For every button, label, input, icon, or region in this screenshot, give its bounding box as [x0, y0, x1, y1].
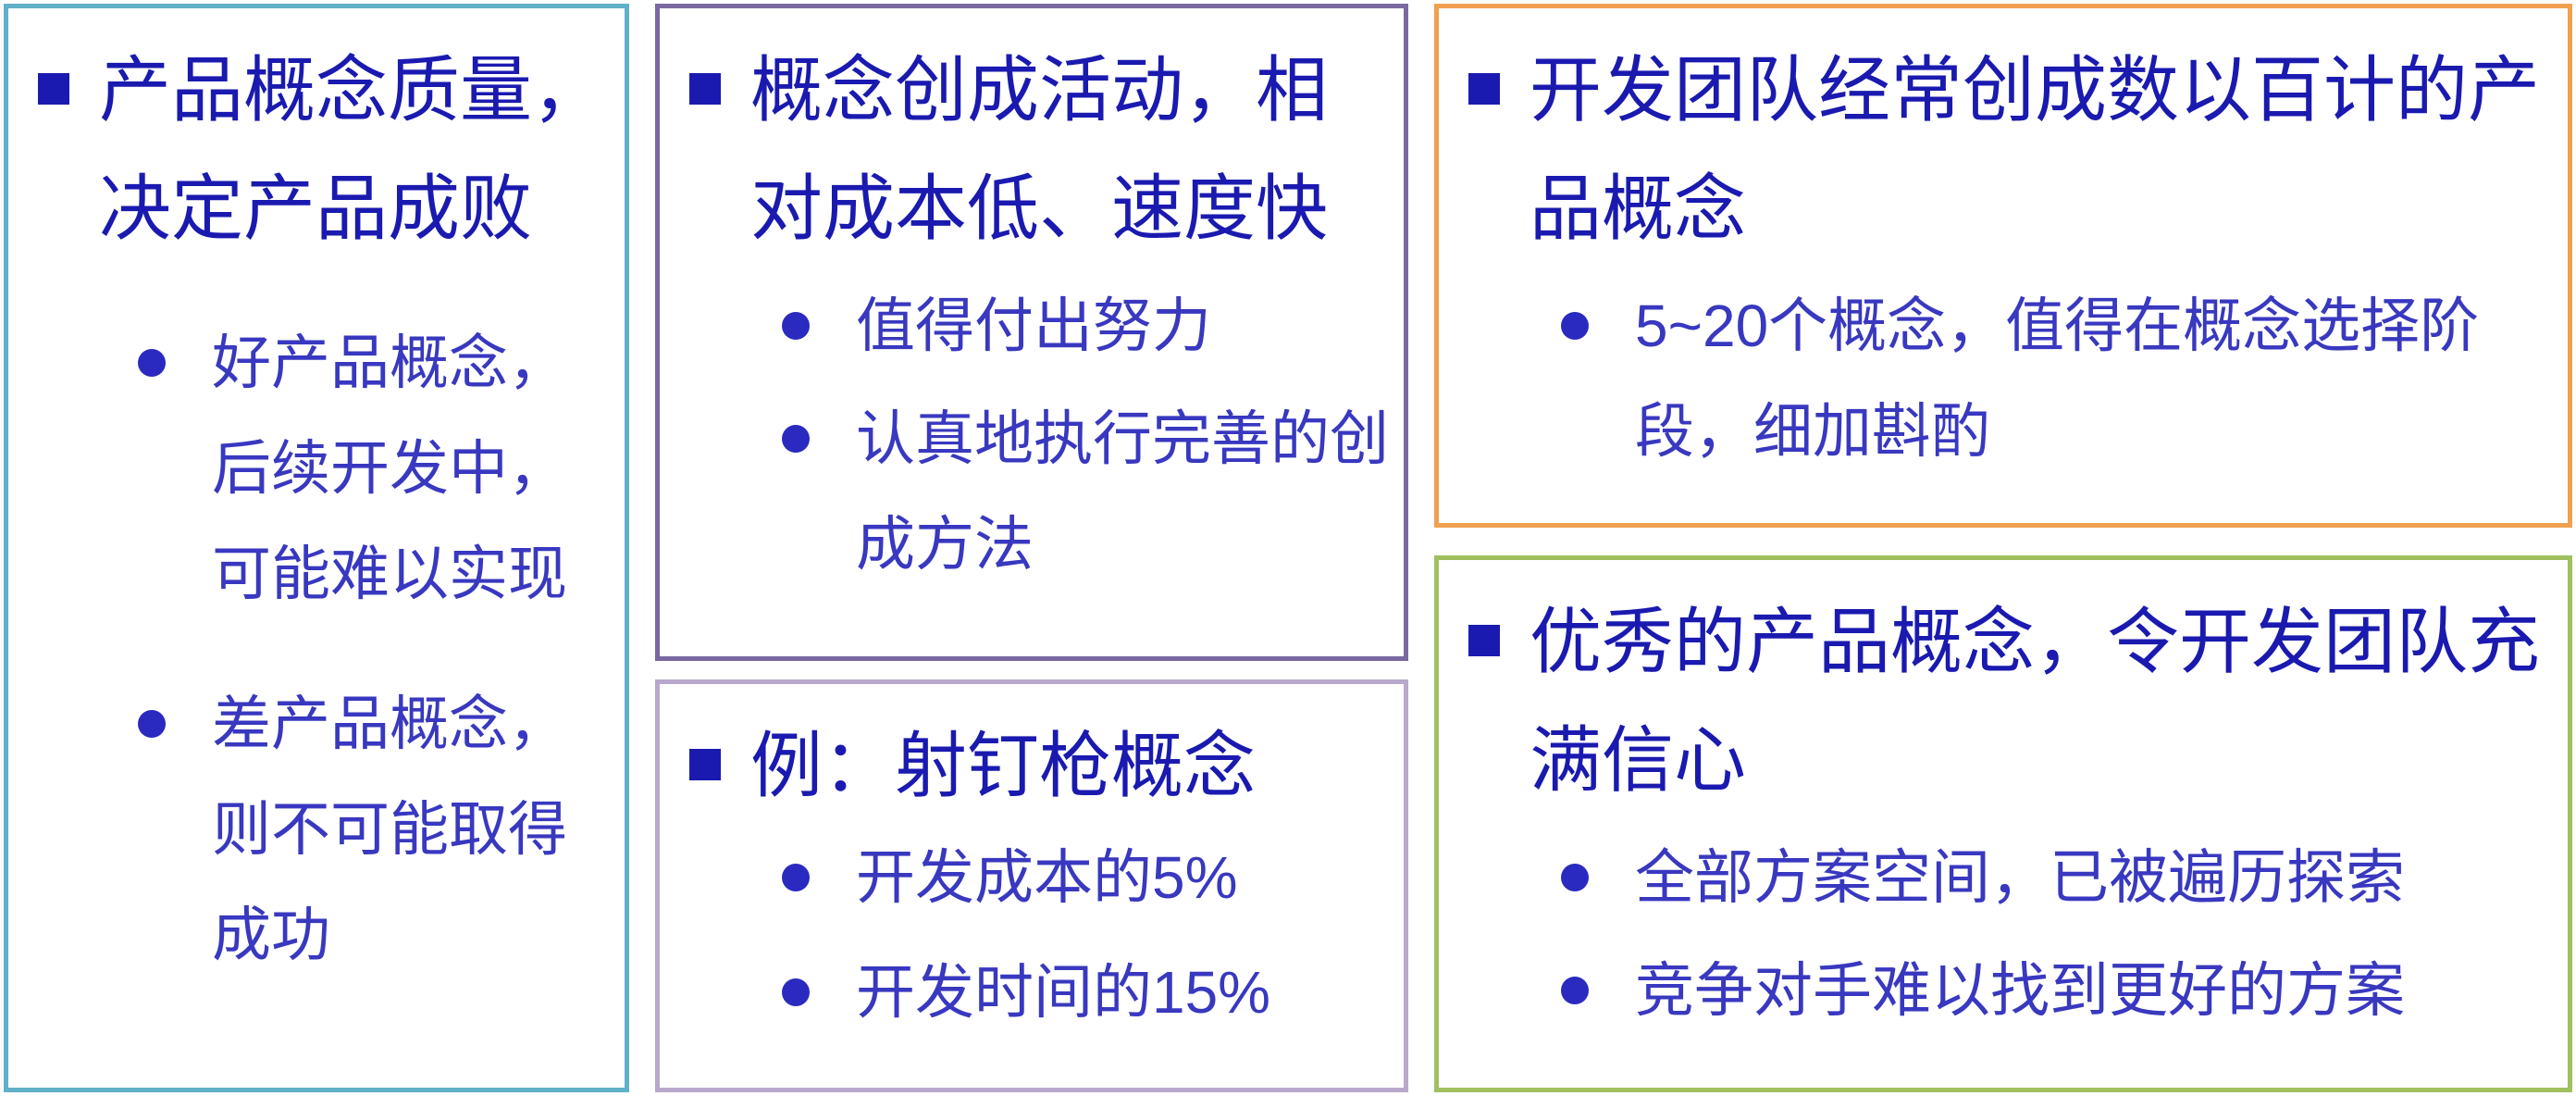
bullet-item: 全部方案空间，已被遍历探索 [1561, 825, 2576, 930]
bullet-text: 竞争对手难以找到更好的方案 [1635, 957, 2405, 1024]
heading-text: 产品概念质量，决定产品成败 [99, 49, 605, 249]
round-bullet-icon [782, 864, 810, 891]
square-bullet-icon [1468, 625, 1500, 656]
square-bullet-icon [38, 73, 69, 105]
square-bullet-icon [689, 73, 721, 105]
round-bullet-icon [1561, 977, 1589, 1004]
panel-heading: 概念创成活动，相对成本低、速度快 [676, 31, 1380, 268]
round-bullet-icon [782, 312, 810, 340]
bullet-item: 值得付出努力 [782, 273, 1430, 379]
square-bullet-icon [689, 749, 721, 780]
bullet-text: 全部方案空间，已被遍历探索 [1635, 844, 2405, 911]
panel-team-confidence: 优秀的产品概念，令开发团队充满信心 全部方案空间，已被遍历探索 竞争对手难以找到… [1434, 555, 2572, 1092]
heading-text: 例：射钉枪概念 [750, 725, 1257, 806]
panel-heading: 产品概念质量，决定产品成败 [25, 31, 654, 268]
bullet-text: 5~20个概念，值得在概念选择阶段，细加斟酌 [1635, 293, 2480, 465]
panel-concept-quality: 产品概念质量，决定产品成败 好产品概念，后续开发中，可能难以实现 差产品概念，则… [4, 4, 629, 1092]
bullet-text: 差产品概念，则不可能取得成功 [212, 691, 567, 968]
panel-concept-volume: 开发团队经常创成数以百计的产品概念 5~20个概念，值得在概念选择阶段，细加斟酌 [1434, 4, 2572, 528]
round-bullet-icon [782, 978, 810, 1006]
panel-heading: 开发团队经常创成数以百计的产品概念 [1455, 31, 2566, 268]
panel-nail-gun-example: 例：射钉枪概念 开发成本的5% 开发时间的15% [655, 679, 1408, 1092]
bullet-item: 认真地执行完善的创成方法 [782, 386, 1420, 597]
round-bullet-icon [1561, 312, 1589, 340]
panel-concept-cost: 概念创成活动，相对成本低、速度快 值得付出努力 认真地执行完善的创成方法 [655, 4, 1408, 661]
bullet-text: 好产品概念，后续开发中，可能难以实现 [212, 330, 567, 607]
heading-text: 概念创成活动，相对成本低、速度快 [750, 49, 1329, 249]
bullet-text: 认真地执行完善的创成方法 [856, 405, 1389, 578]
panel-heading: 例：射钉枪概念 [676, 706, 1398, 825]
heading-text: 开发团队经常创成数以百计的产品概念 [1530, 49, 2541, 249]
bullet-text: 开发时间的15% [856, 959, 1271, 1026]
round-bullet-icon [782, 425, 810, 453]
bullet-item: 竞争对手难以找到更好的方案 [1561, 938, 2576, 1043]
bullet-item: 好产品概念，后续开发中，可能难以实现 [138, 310, 619, 627]
round-bullet-icon [1561, 864, 1589, 891]
round-bullet-icon [138, 710, 166, 738]
round-bullet-icon [138, 349, 166, 377]
bullet-item: 差产品概念，则不可能取得成功 [138, 671, 619, 988]
bullet-text: 值得付出努力 [856, 293, 1211, 359]
heading-text: 优秀的产品概念，令开发团队充满信心 [1530, 601, 2541, 801]
square-bullet-icon [1468, 73, 1500, 105]
panel-heading: 优秀的产品概念，令开发团队充满信心 [1455, 582, 2566, 819]
bullet-item: 开发时间的15% [782, 940, 1430, 1045]
bullet-item: 开发成本的5% [782, 825, 1430, 930]
bullet-item: 5~20个概念，值得在概念选择阶段，细加斟酌 [1561, 273, 2560, 484]
bullet-text: 开发成本的5% [856, 844, 1238, 911]
